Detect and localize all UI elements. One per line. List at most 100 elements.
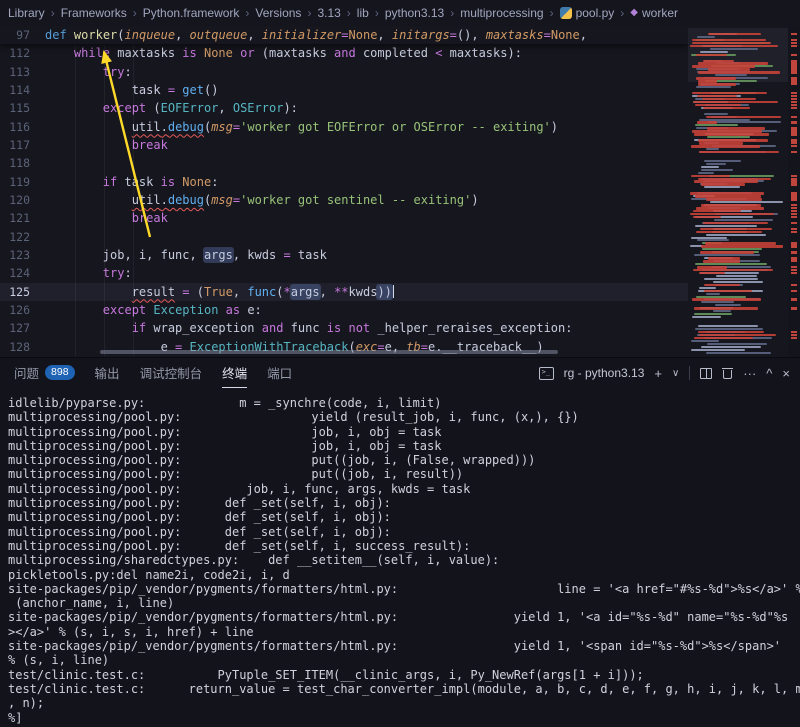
new-terminal-icon[interactable]: + [654,367,662,380]
terminal-line: multiprocessing/pool.py: def _set(self, … [8,539,800,553]
close-panel-icon[interactable]: × [782,367,790,380]
terminal-line: multiprocessing/pool.py: job, i, func, a… [8,482,800,496]
code-token [45,285,132,299]
code-token: ): [283,101,297,115]
code-token: () [457,28,471,42]
line-number: 115 [0,99,30,117]
minimap-row [694,313,731,315]
code-token: ( [117,28,124,42]
code-token: func [247,285,276,299]
code-token: initargs [392,28,450,42]
overview-ruler-mark [791,298,797,300]
problems-count-badge: 898 [45,365,75,380]
minimap-row [691,349,745,351]
maximize-panel-icon[interactable]: ^ [766,367,772,380]
code-token: , [580,28,587,42]
breadcrumb-item-lib[interactable]: lib [357,6,369,20]
code-token: None [551,28,580,42]
breadcrumb-item-frameworks[interactable]: Frameworks [61,6,127,20]
breadcrumb-label: 3.13 [317,6,340,20]
breadcrumb-item-versions[interactable]: Versions [255,6,301,20]
text-cursor [393,285,395,298]
breadcrumb-item-multiprocessing[interactable]: multiprocessing [460,6,543,20]
overview-ruler-mark [791,216,797,218]
code-text: def worker(inqueue, outqueue, initialize… [45,28,587,42]
line-number: 112 [0,44,30,62]
code-token [45,211,132,225]
split-terminal-icon[interactable] [700,368,712,379]
panel-tab-label: 终端 [222,363,247,382]
breadcrumb-separator: › [245,6,249,20]
minimap-row [707,343,767,345]
overview-ruler[interactable] [788,26,800,357]
code-token: try [103,266,125,280]
code-token: not [348,321,370,335]
minimap-row [691,237,727,239]
minimap-row [704,160,741,162]
terminal-dropdown-icon[interactable]: ∨ [672,367,679,380]
code-token: OSError [233,101,284,115]
code-token: , [175,28,189,42]
breadcrumb-label: Frameworks [61,6,127,20]
sticky-scroll-line[interactable]: 97def worker(inqueue, outqueue, initiali… [0,26,688,44]
minimap-row [701,166,718,168]
minimap-row [704,186,740,188]
code-token: , [218,101,232,115]
code-token [45,65,103,79]
panel-tab-terminal[interactable]: 终端 [222,358,247,388]
breadcrumb: Library›Frameworks›Python.framework›Vers… [0,0,800,26]
breadcrumb-item-library[interactable]: Library [8,6,45,20]
kill-terminal-icon[interactable] [722,367,733,379]
code-token: = [544,28,551,42]
code-token: is [327,321,341,335]
code-token: : [211,175,218,189]
line-number: 118 [0,154,30,172]
code-token [45,266,103,280]
breadcrumb-separator: › [307,6,311,20]
panel-tab-problems[interactable]: 问题898 [14,358,75,388]
overview-ruler-mark [791,251,797,253]
code-token: msg [211,193,233,207]
minimap-match-highlight [690,45,778,48]
minimap-match-highlight [695,104,740,107]
overview-ruler-mark [791,245,797,247]
breadcrumb-item-worker[interactable]: ◆worker [630,6,678,20]
code-token: (maxtasks [255,46,334,60]
breadcrumb-item-pool.py[interactable]: pool.py [560,6,615,20]
breadcrumb-item-python3.13[interactable]: python3.13 [385,6,444,20]
code-token: job, i, func, [45,248,204,262]
minimap-row [696,86,731,88]
minimap[interactable] [688,26,788,357]
breadcrumb-item-python.framework[interactable]: Python.framework [143,6,240,20]
terminal-session-label[interactable]: rg - python3.13 [564,366,645,380]
code-token: () [204,83,218,97]
terminal-line: test/clinic.test.c: PyTuple_SET_ITEM(__c… [8,668,800,682]
code-token: completed [356,46,435,60]
line-number: 127 [0,319,30,337]
panel-tab-debug-console[interactable]: 调试控制台 [140,358,203,388]
minimap-row [698,325,758,327]
code-editor[interactable]: 97def worker(inqueue, outqueue, initiali… [0,26,800,357]
code-token: break [132,211,168,225]
terminal-line: pickletools.py:del name2i, code2i, i, d [8,568,800,582]
method-icon: ◆ [630,7,638,19]
code-token: debug [168,120,204,134]
panel-tab-ports[interactable]: 端口 [267,358,292,388]
terminal-line: % (s, i, line) [8,653,800,667]
minimap-match-highlight [706,116,781,119]
more-actions-icon[interactable]: ··· [743,367,756,380]
terminal-line: multiprocessing/pool.py: def _set(self, … [8,496,800,510]
overview-ruler-mark [791,107,797,109]
terminal-output[interactable]: idlelib/pyparse.py: m = _synchre(code, i… [0,388,800,727]
minimap-match-highlight [699,151,779,154]
minimap-match-highlight [692,39,767,42]
code-token [45,175,103,189]
panel-tab-output[interactable]: 输出 [95,358,120,388]
minimap-row [694,254,761,256]
overview-ruler-mark [791,83,797,85]
code-token: : [124,65,131,79]
breadcrumb-label: Versions [255,6,301,20]
breadcrumb-item-3.13[interactable]: 3.13 [317,6,340,20]
horizontal-scrollbar[interactable] [100,350,558,354]
minimap-match-highlight [696,231,762,234]
